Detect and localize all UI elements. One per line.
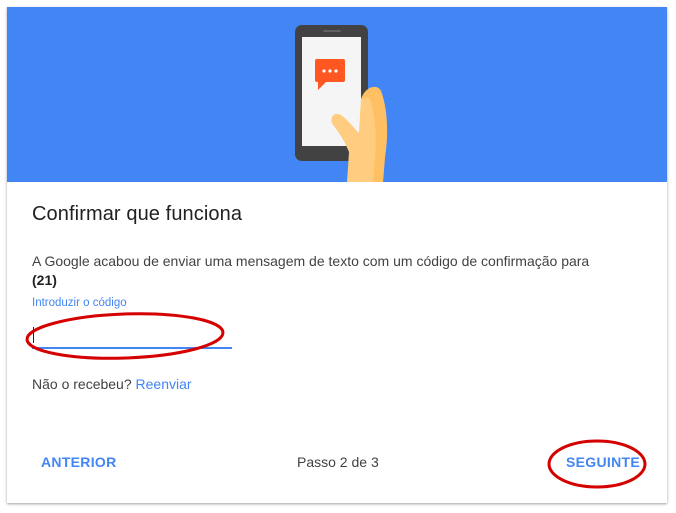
- phone-in-hand-icon: [295, 25, 388, 182]
- back-button[interactable]: ANTERIOR: [35, 450, 123, 474]
- dialog-description: A Google acabou de enviar uma mensagem d…: [32, 252, 632, 290]
- resend-prompt: Não o recebeu?: [32, 376, 132, 392]
- code-field-label: Introduzir o código: [32, 297, 127, 309]
- text-caret: [33, 327, 34, 343]
- hero-banner: [7, 7, 667, 182]
- description-text: A Google acabou de enviar uma mensagem d…: [32, 253, 590, 269]
- confirmation-dialog: Confirmar que funciona A Google acabou d…: [7, 7, 667, 503]
- next-button[interactable]: SEGUINTE: [560, 450, 646, 474]
- phone-number: (21): [32, 272, 57, 288]
- code-input[interactable]: [32, 325, 232, 349]
- resend-line: Não o recebeu? Reenviar: [32, 376, 192, 392]
- resend-link[interactable]: Reenviar: [136, 376, 192, 392]
- step-indicator: Passo 2 de 3: [297, 454, 379, 470]
- dialog-title: Confirmar que funciona: [32, 203, 243, 225]
